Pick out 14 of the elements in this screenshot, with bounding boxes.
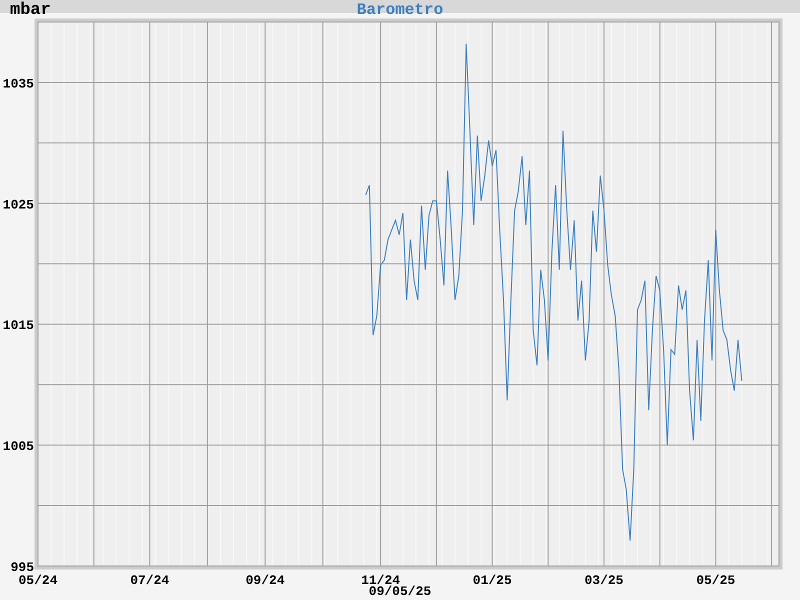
x-tick-label: 05/24 [18,573,58,588]
x-tick-label: 01/25 [472,573,512,588]
date-label: 09/05/25 [368,584,432,599]
x-tick-label: 05/25 [696,573,736,588]
y-tick-label: 1035 [2,76,34,92]
y-tick-label: 995 [10,560,34,575]
chart-title: Barometro [356,1,444,19]
unit-label: mbar [10,1,51,20]
y-tick-label: 1025 [2,197,34,212]
x-tick-label: 07/24 [130,573,170,588]
x-tick-label: 09/24 [246,573,285,588]
y-tick-label: 1005 [2,439,34,454]
y-tick-label: 1015 [2,318,34,334]
x-tick-label: 03/25 [584,573,624,588]
